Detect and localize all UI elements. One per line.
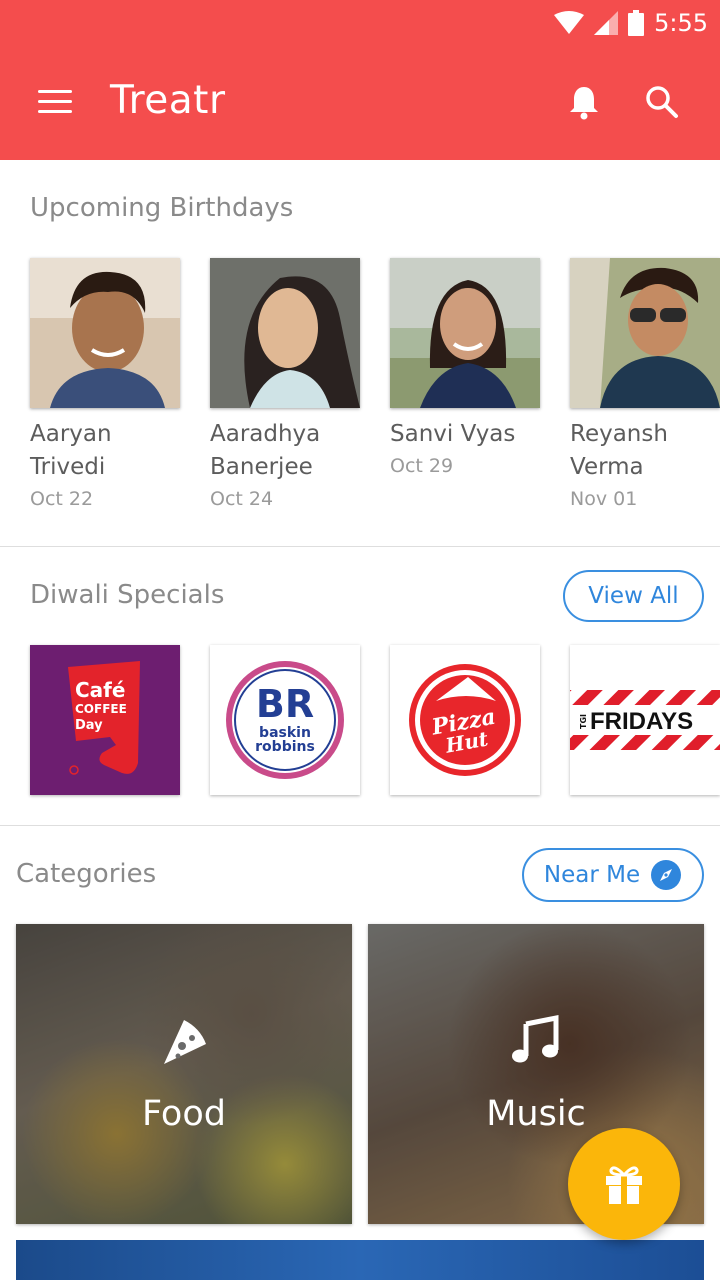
status-bar: 5:55 — [554, 6, 708, 40]
birthday-card[interactable]: Aaradhya Banerjee Oct 24 — [210, 258, 362, 510]
near-me-button[interactable]: Near Me — [522, 848, 704, 902]
search-button[interactable] — [644, 84, 680, 120]
brand-logo-text-1: BR — [256, 682, 314, 726]
brand-logo-text-1: TGI — [579, 714, 588, 729]
menu-button[interactable] — [30, 80, 78, 124]
birthday-name-first: Reyansh — [570, 421, 668, 447]
birthday-card[interactable]: Reyansh Verma Nov 01 — [570, 258, 720, 510]
birthdays-heading: Upcoming Birthdays — [30, 193, 294, 223]
bell-icon — [570, 87, 598, 120]
birthday-date: Oct 29 — [390, 455, 454, 477]
music-note-icon — [512, 1014, 559, 1063]
section-divider — [0, 825, 720, 826]
app-bar: 5:55 Treatr — [0, 0, 720, 160]
birthday-name-last: Trivedi — [30, 454, 106, 480]
birthday-name-last: Banerjee — [210, 454, 313, 480]
search-icon — [646, 86, 678, 118]
status-time: 5:55 — [654, 9, 708, 37]
birthday-date: Oct 24 — [210, 488, 274, 510]
category-card-partial[interactable] — [16, 1240, 704, 1280]
avatar[interactable] — [30, 258, 180, 408]
category-label: Food — [142, 1094, 226, 1134]
brand-logo-text-1: Café — [75, 678, 125, 702]
categories-heading: Categories — [16, 859, 157, 889]
notifications-button[interactable] — [566, 84, 602, 120]
pizza-slice-icon — [164, 1020, 206, 1064]
view-all-button[interactable]: View All — [563, 570, 704, 622]
near-me-label: Near Me — [543, 862, 641, 888]
brand-logo-text-3: robbins — [255, 739, 315, 755]
birthday-name-last: Verma — [570, 454, 644, 480]
signal-icon — [594, 11, 619, 35]
birthday-card[interactable]: Aaryan Trivedi Oct 22 — [30, 258, 182, 510]
birthday-name-first: Sanvi Vyas — [390, 421, 516, 447]
birthday-name-first: Aaryan — [30, 421, 112, 447]
avatar[interactable] — [390, 258, 540, 408]
brand-tile-baskin-robbins[interactable]: BR baskin robbins — [210, 645, 360, 795]
birthday-date: Oct 22 — [30, 488, 94, 510]
brand-logo-text-2: COFFEE — [75, 702, 127, 716]
gift-icon — [606, 1166, 642, 1204]
birthday-name-first: Aaradhya — [210, 421, 321, 447]
birthday-card[interactable]: Sanvi Vyas Oct 29 — [390, 258, 542, 477]
specials-heading: Diwali Specials — [30, 580, 225, 610]
wifi-icon — [554, 11, 585, 34]
avatar[interactable] — [570, 258, 720, 408]
app-title: Treatr — [110, 78, 226, 123]
section-divider — [0, 546, 720, 547]
birthday-date: Nov 01 — [570, 488, 638, 510]
brand-logo-text-2: FRIDAYS — [590, 708, 693, 735]
compass-icon — [651, 860, 682, 890]
category-card-food[interactable]: Food — [16, 924, 352, 1224]
avatar[interactable] — [210, 258, 360, 408]
brand-tile-cafe-coffee-day[interactable]: Café COFFEE Day — [30, 645, 180, 795]
brand-tile-tgi-fridays[interactable]: TGI FRIDAYS — [570, 645, 720, 795]
view-all-label: View All — [588, 583, 679, 609]
battery-icon — [628, 10, 645, 36]
brand-logo-text-3: Day — [75, 718, 103, 733]
brand-tile-pizza-hut[interactable]: Pizza Hut — [390, 645, 540, 795]
category-label: Music — [486, 1094, 586, 1134]
gift-fab-button[interactable] — [568, 1128, 680, 1240]
